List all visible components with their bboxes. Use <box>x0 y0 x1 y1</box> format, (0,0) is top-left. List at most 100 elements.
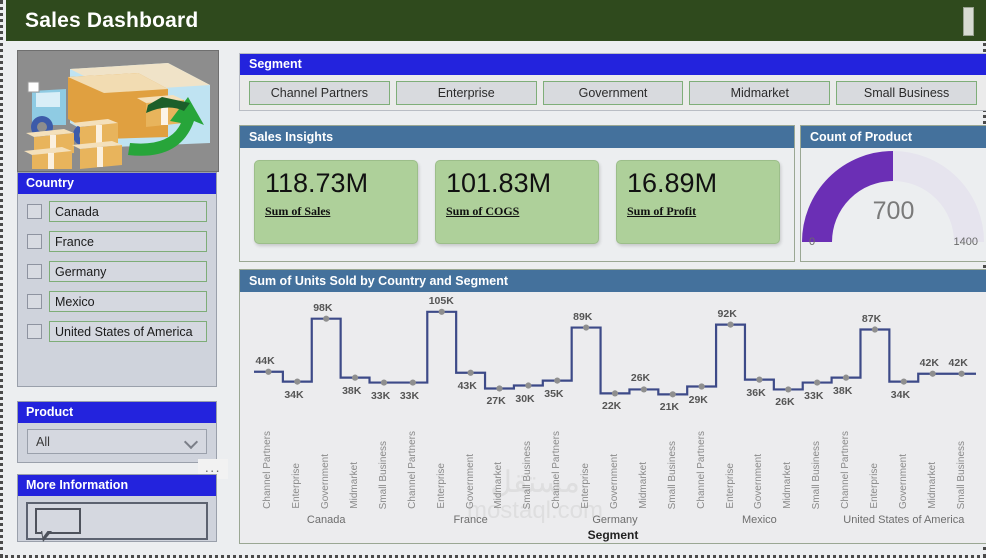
kpi-card-sum-of-sales[interactable]: 118.73M Sum of Sales <box>254 160 418 244</box>
chart-x-group-label: Mexico <box>741 514 777 526</box>
more-information-panel: More Information <box>17 474 217 542</box>
segment-tile-list: Channel Partners Enterprise Government M… <box>240 75 986 111</box>
speech-bubble-icon <box>35 508 81 542</box>
chart-x-tick-label: Small Business <box>811 440 823 509</box>
gauge-title: Count of Product <box>801 126 986 148</box>
chevron-down-icon[interactable] <box>185 436 197 448</box>
country-slicer: Country Canada France Germany Mexico Uni… <box>17 172 217 387</box>
chart-x-tick-label: Midmarket <box>637 462 649 509</box>
chart-data-label: 33K <box>804 389 824 402</box>
checkbox-icon[interactable] <box>27 323 42 339</box>
kpi-label: Sum of Sales <box>265 204 331 218</box>
segment-tile-channel-partners[interactable]: Channel Partners <box>249 81 390 105</box>
country-option-label: Germany <box>49 260 207 282</box>
country-option-germany[interactable]: Germany <box>27 260 207 282</box>
segment-slicer: Segment Channel Partners Enterprise Gove… <box>239 53 986 111</box>
chart-data-label: 26K <box>630 372 651 385</box>
chart-data-label: 87K <box>861 312 882 325</box>
chart-x-group-label: Canada <box>306 514 346 526</box>
chart-x-tick-label: Channel Partners <box>551 431 563 509</box>
chart-data-label: 43K <box>457 379 477 392</box>
kpi-label: Sum of COGS <box>446 204 520 218</box>
kpi-value: 118.73M <box>265 168 369 198</box>
chart-x-tick-label: Midmarket <box>493 462 505 509</box>
chart-x-axis-title: Segment <box>587 528 639 542</box>
header-accent-bar <box>963 7 974 36</box>
kpi-card-sum-of-cogs[interactable]: 101.83M Sum of COGS <box>435 160 599 244</box>
chart-data-label: 38K <box>342 384 362 397</box>
chart-data-label: 98K <box>313 301 333 314</box>
chart-plot-area[interactable]: مستقل mostaql.com 44K 34K 98K 38K 33K 33K 105K… <box>240 292 986 543</box>
product-slicer: Product All ... <box>17 401 228 479</box>
count-of-product-gauge-panel: Count of Product 700 0 1400 <box>800 125 986 262</box>
chart-x-tick-label: Government <box>320 453 332 509</box>
chart-data-label: 105K <box>428 294 454 307</box>
chart-data-label: 33K <box>399 389 420 402</box>
country-option-canada[interactable]: Canada <box>27 200 207 222</box>
chart-x-tick-label: Enterprise <box>291 463 303 509</box>
chart-data-label: 34K <box>284 388 304 401</box>
segment-tile-midmarket[interactable]: Midmarket <box>689 81 831 105</box>
gauge-value: 700 <box>872 197 915 225</box>
chart-x-tick-label: Government <box>753 453 765 509</box>
chart-data-label: 26K <box>775 396 795 409</box>
delivery-truck-image <box>17 50 219 172</box>
chart-x-group-label: United States of America <box>843 514 965 526</box>
sales-insights-panel: Sales Insights 118.73M Sum of Sales 101.… <box>239 125 795 262</box>
chart-x-tick-label: Channel Partners <box>840 431 852 509</box>
chart-title: Sum of Units Sold by Country and Segment <box>240 270 986 292</box>
chart-x-tick-label: Channel Partners <box>695 431 707 509</box>
chart-x-tick-label: Government <box>464 453 476 509</box>
chart-x-group-label: Germany <box>592 514 638 526</box>
kpi-card-sum-of-profit[interactable]: 16.89M Sum of Profit <box>616 160 780 244</box>
segment-tile-government[interactable]: Government <box>542 81 684 105</box>
chart-x-tick-label: Channel Partners <box>406 431 418 509</box>
chart-x-tick-label: Midmarket <box>349 462 361 509</box>
note-input[interactable] <box>26 502 208 542</box>
chart-x-tick-label: Channel Partners <box>262 431 274 509</box>
chart-x-tick-label: Enterprise <box>580 463 592 509</box>
chart-x-tick-label: Midmarket <box>782 462 794 509</box>
page-title: Sales Dashboard <box>25 8 199 32</box>
chart-data-label: 33K <box>370 389 391 402</box>
kpi-card-list: 118.73M Sum of Sales 101.83M Sum of COGS… <box>240 148 794 256</box>
country-option-label: Canada <box>49 200 207 222</box>
chart-x-tick-label: Small Business <box>955 440 967 509</box>
chart-data-label: 42K <box>919 356 939 369</box>
chart-data-label: 35K <box>544 387 564 400</box>
checkbox-icon[interactable] <box>27 263 42 279</box>
country-option-mexico[interactable]: Mexico <box>27 290 207 312</box>
product-dropdown-value: All <box>36 434 50 449</box>
country-option-label: United States of America <box>49 320 207 342</box>
country-slicer-title: Country <box>18 173 216 194</box>
dashboard-page: Sales Dashboard Country Canada France Ge… <box>0 0 986 558</box>
checkbox-icon[interactable] <box>27 293 42 309</box>
chart-data-label: 92K <box>717 307 737 320</box>
chart-data-label: 22K <box>602 400 622 413</box>
chart-x-tick-label: Government <box>897 453 909 509</box>
segment-tile-small-business[interactable]: Small Business <box>836 81 977 105</box>
chart-data-label: 29K <box>688 393 708 406</box>
product-slicer-title: Product <box>18 402 216 423</box>
chart-data-label: 34K <box>890 388 911 401</box>
chart-x-tick-label: Government <box>609 453 620 509</box>
product-dropdown[interactable]: All <box>27 429 207 454</box>
chart-x-group-label: France <box>453 514 488 526</box>
gauge-min-label: 0 <box>809 236 816 248</box>
checkbox-icon[interactable] <box>27 233 42 249</box>
more-information-title: More Information <box>18 475 216 496</box>
segment-tile-enterprise[interactable]: Enterprise <box>395 81 537 105</box>
country-option-usa[interactable]: United States of America <box>27 320 207 342</box>
chart-x-tick-label: Small Business <box>666 440 678 509</box>
chart-data-label: 38K <box>833 384 853 397</box>
app-header: Sales Dashboard <box>6 0 986 41</box>
chart-data-label: 27K <box>486 395 506 408</box>
checkbox-icon[interactable] <box>27 203 42 219</box>
segment-slicer-title: Segment <box>240 54 986 75</box>
chart-x-tick-label: Enterprise <box>724 463 736 509</box>
country-slicer-list: Canada France Germany Mexico United Stat… <box>18 194 216 350</box>
kpi-label: Sum of Profit <box>627 204 697 218</box>
chart-data-label: 21K <box>659 401 680 414</box>
chart-x-tick-label: Enterprise <box>868 463 880 509</box>
country-option-france[interactable]: France <box>27 230 207 252</box>
